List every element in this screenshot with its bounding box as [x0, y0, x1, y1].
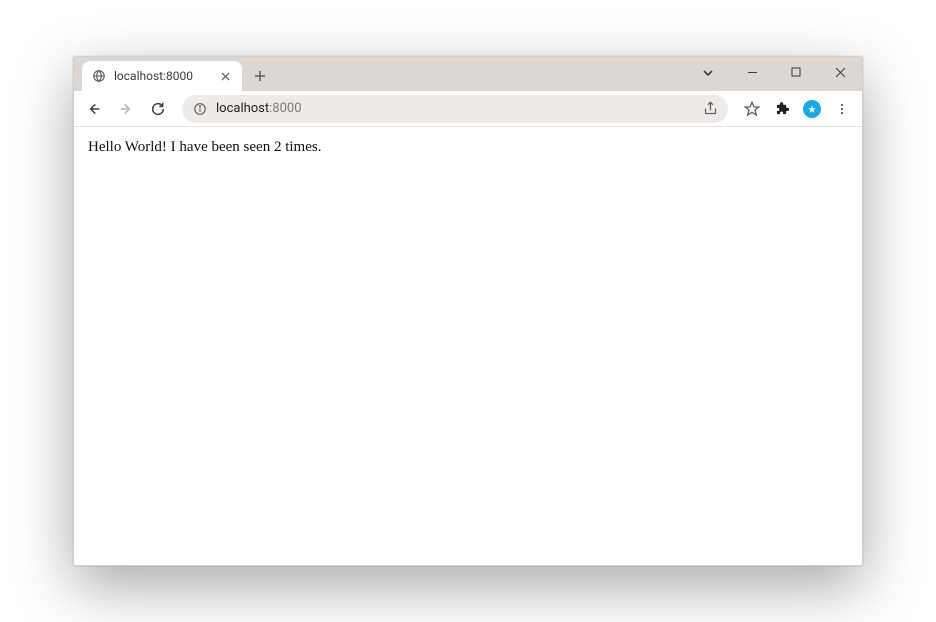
page-content: Hello World! I have been seen 2 times. [74, 127, 862, 565]
toolbar-right [738, 95, 856, 123]
url-rest: :8000 [269, 101, 301, 116]
menu-button[interactable] [828, 95, 856, 123]
site-info-icon[interactable] [192, 101, 208, 117]
back-button[interactable] [80, 95, 108, 123]
close-tab-button[interactable] [218, 69, 232, 83]
tab-search-button[interactable] [694, 63, 722, 83]
new-tab-button[interactable] [246, 62, 274, 90]
maximize-button[interactable] [774, 57, 818, 87]
minimize-button[interactable] [730, 57, 774, 87]
browser-window: localhost:8000 [73, 56, 863, 566]
bookmark-button[interactable] [738, 95, 766, 123]
globe-icon [92, 69, 106, 83]
tab-strip: localhost:8000 [74, 57, 274, 91]
forward-button[interactable] [112, 95, 140, 123]
tab-active[interactable]: localhost:8000 [82, 61, 242, 91]
share-icon[interactable] [702, 101, 718, 117]
close-window-button[interactable] [818, 57, 862, 87]
window-controls [730, 57, 862, 87]
url-host: localhost [216, 101, 269, 116]
page-body-text: Hello World! I have been seen 2 times. [88, 139, 321, 155]
reload-button[interactable] [144, 95, 172, 123]
tab-title: localhost:8000 [114, 69, 210, 83]
url-text: localhost:8000 [216, 101, 694, 116]
profile-button[interactable] [798, 95, 826, 123]
titlebar: localhost:8000 [74, 57, 862, 91]
extensions-button[interactable] [768, 95, 796, 123]
address-bar[interactable]: localhost:8000 [182, 95, 728, 123]
profile-avatar-icon [803, 100, 821, 118]
toolbar: localhost:8000 [74, 91, 862, 127]
